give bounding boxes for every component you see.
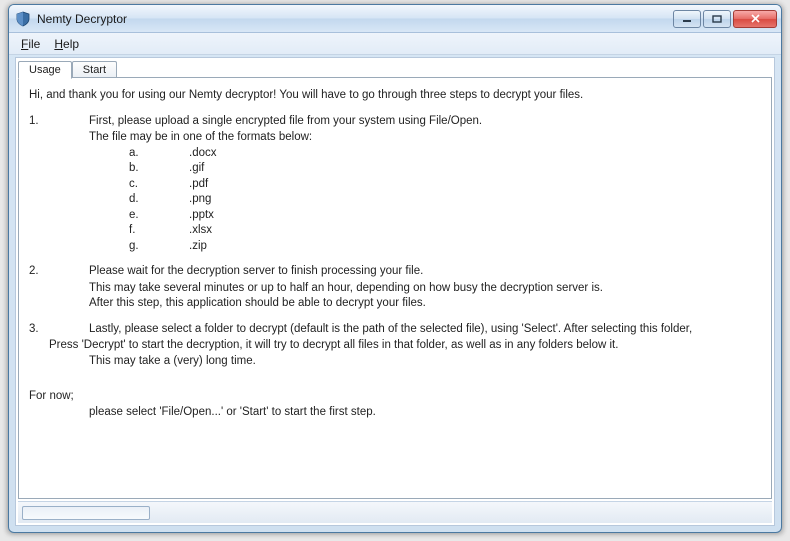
- app-window: Nemty Decryptor File Help Usage Start: [8, 4, 782, 533]
- format-letter: c.: [89, 177, 189, 193]
- step2-line3: After this step, this application should…: [29, 296, 761, 312]
- step2-line1: Please wait for the decryption server to…: [89, 264, 761, 280]
- progress-bar: [22, 506, 150, 520]
- step2-number: 2.: [29, 264, 89, 280]
- format-row: d..png: [89, 192, 761, 208]
- statusbar: [18, 501, 772, 523]
- step1-line1: First, please upload a single encrypted …: [89, 114, 761, 130]
- format-letter: b.: [89, 161, 189, 177]
- step3-line3: This may take a (very) long time.: [29, 354, 761, 370]
- format-row: f..xlsx: [89, 223, 761, 239]
- format-letter: a.: [89, 146, 189, 162]
- window-controls: [671, 10, 777, 28]
- maximize-button[interactable]: [703, 10, 731, 28]
- usage-content: Hi, and thank you for using our Nemty de…: [18, 78, 772, 499]
- format-row: e..pptx: [89, 208, 761, 224]
- step2-line2: This may take several minutes or up to h…: [29, 281, 761, 297]
- step3-number: 3.: [29, 322, 89, 338]
- format-row: a..docx: [89, 146, 761, 162]
- step1-line2: The file may be in one of the formats be…: [29, 130, 761, 146]
- maximize-icon: [712, 15, 722, 23]
- format-list: a..docxb..gifc..pdfd..pnge..pptxf..xlsxg…: [29, 146, 761, 255]
- step1-number: 1.: [29, 114, 89, 130]
- intro-text: Hi, and thank you for using our Nemty de…: [29, 88, 761, 104]
- tab-usage[interactable]: Usage: [18, 61, 72, 79]
- minimize-icon: [682, 15, 692, 23]
- format-letter: d.: [89, 192, 189, 208]
- fornow-label: For now;: [29, 389, 761, 405]
- close-icon: [750, 14, 761, 23]
- format-row: b..gif: [89, 161, 761, 177]
- client-area: Usage Start Hi, and thank you for using …: [15, 57, 775, 526]
- format-row: g..zip: [89, 239, 761, 255]
- format-ext: .zip: [189, 239, 207, 255]
- titlebar[interactable]: Nemty Decryptor: [9, 5, 781, 33]
- step3-line1: Lastly, please select a folder to decryp…: [89, 322, 761, 338]
- minimize-button[interactable]: [673, 10, 701, 28]
- step3-line2: Press 'Decrypt' to start the decryption,…: [29, 338, 761, 354]
- app-shield-icon: [15, 11, 31, 27]
- format-ext: .gif: [189, 161, 204, 177]
- menubar: File Help: [9, 33, 781, 55]
- format-ext: .xlsx: [189, 223, 212, 239]
- format-ext: .png: [189, 192, 211, 208]
- close-button[interactable]: [733, 10, 777, 28]
- format-letter: e.: [89, 208, 189, 224]
- menu-help[interactable]: Help: [48, 35, 85, 53]
- format-row: c..pdf: [89, 177, 761, 193]
- format-letter: f.: [89, 223, 189, 239]
- format-letter: g.: [89, 239, 189, 255]
- tabstrip: Usage Start: [16, 58, 774, 78]
- window-title: Nemty Decryptor: [37, 12, 671, 26]
- format-ext: .docx: [189, 146, 217, 162]
- menu-file[interactable]: File: [15, 35, 46, 53]
- format-ext: .pptx: [189, 208, 214, 224]
- fornow-body: please select 'File/Open...' or 'Start' …: [29, 405, 761, 421]
- format-ext: .pdf: [189, 177, 208, 193]
